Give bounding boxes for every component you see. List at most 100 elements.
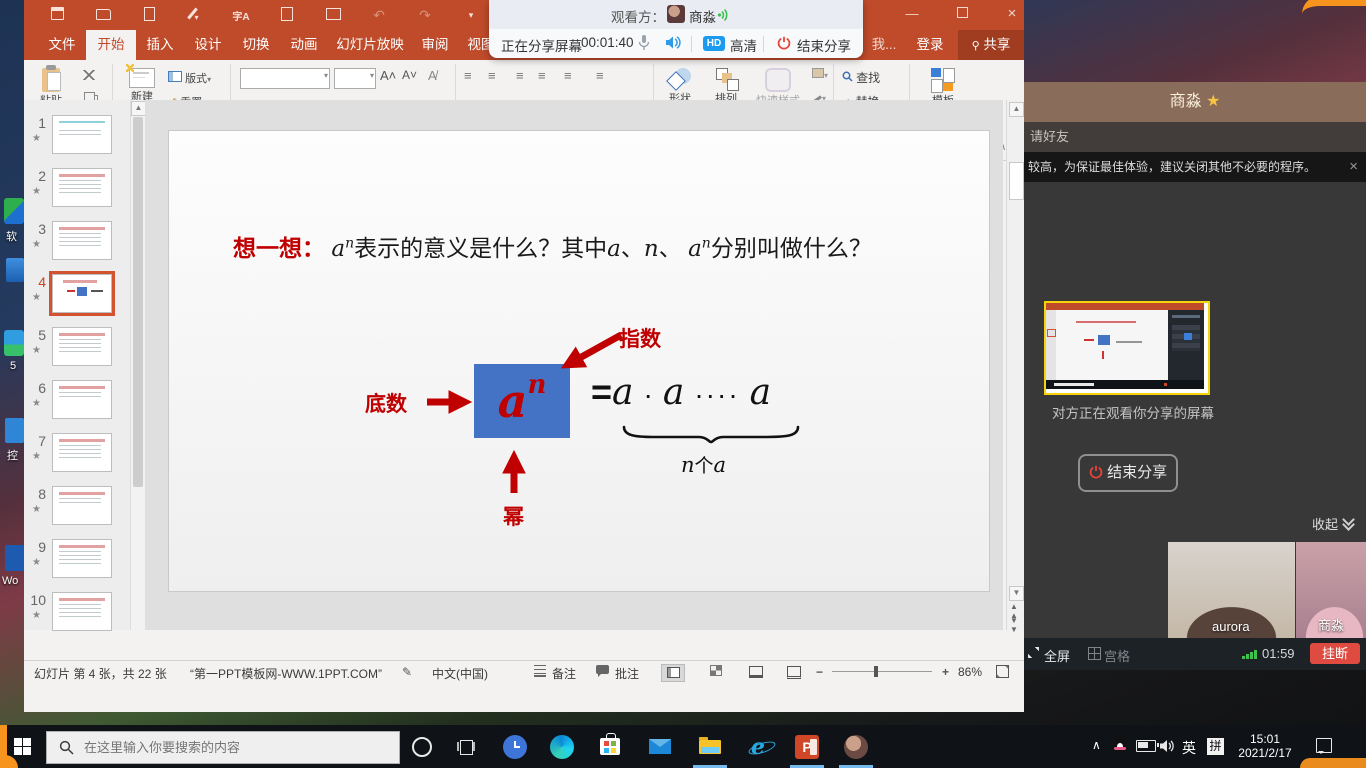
input-language-indicator[interactable]: 英 <box>1182 738 1196 758</box>
zoom-slider[interactable] <box>832 671 932 672</box>
taskbar-search-box[interactable] <box>46 731 400 764</box>
text-direction-button[interactable]: ≡ <box>596 68 604 83</box>
zoom-slider-thumb[interactable] <box>874 666 878 677</box>
slide-thumb-7[interactable] <box>52 433 112 472</box>
tab-slideshow[interactable]: 幻灯片放映 <box>328 30 412 60</box>
slide-thumb-4-selected[interactable] <box>52 274 112 313</box>
decrease-indent-button[interactable]: ≡ <box>516 68 524 83</box>
mail-button[interactable] <box>640 725 680 768</box>
volume-tray-icon[interactable] <box>1160 739 1176 753</box>
invite-friends-item[interactable]: 请好友 <box>1024 122 1366 152</box>
print-preview-icon[interactable] <box>264 7 310 24</box>
editor-scrollbar[interactable]: ▲ ▼ ▲▲ ▼▼ <box>1006 100 1025 630</box>
open-folder-icon[interactable] <box>80 7 126 23</box>
tab-home[interactable]: 开始 <box>86 30 136 60</box>
action-center-button[interactable] <box>1316 738 1332 753</box>
shape-fill-button[interactable]: ▾ <box>812 68 828 81</box>
undo-icon[interactable]: ↶ <box>356 7 402 24</box>
end-share-button[interactable]: 结束分享 <box>797 35 851 55</box>
clock-app-button[interactable] <box>495 725 535 768</box>
zoom-out-button[interactable]: − <box>816 665 823 679</box>
desktop-icon-shield[interactable] <box>4 198 24 224</box>
start-button[interactable] <box>2 725 42 768</box>
increase-indent-button[interactable]: ≡ <box>538 68 546 83</box>
normal-view-button[interactable] <box>661 664 685 682</box>
tab-file[interactable]: 文件 <box>38 30 86 60</box>
desktop-icon-word[interactable] <box>5 545 24 571</box>
participant-video[interactable]: 商淼 <box>1296 542 1366 638</box>
microphone-icon[interactable] <box>637 34 651 51</box>
find-button[interactable]: 查找 <box>842 69 900 86</box>
hd-quality-button[interactable]: 高清 <box>730 35 757 55</box>
new-document-icon[interactable] <box>126 7 172 24</box>
login-button[interactable]: 登录 <box>908 30 952 60</box>
notes-icon[interactable] <box>534 665 546 677</box>
desktop-icon-control[interactable] <box>5 418 24 443</box>
internet-explorer-button[interactable]: e <box>738 725 778 768</box>
comments-button[interactable]: 批注 <box>615 665 639 682</box>
tab-design[interactable]: 设计 <box>184 30 232 60</box>
cut-button[interactable] <box>76 70 102 83</box>
slide-thumb-3[interactable] <box>52 221 112 260</box>
speaker-icon[interactable] <box>665 35 682 50</box>
search-input[interactable] <box>82 739 366 756</box>
slideshow-icon[interactable] <box>310 7 356 23</box>
meeting-app-button[interactable] <box>836 725 876 768</box>
slideshow-view-button[interactable] <box>783 664 805 680</box>
tab-insert[interactable]: 插入 <box>136 30 184 60</box>
layout-button[interactable]: 版式▾ <box>168 70 230 86</box>
tab-animations[interactable]: 动画 <box>280 30 328 60</box>
spell-check-icon[interactable]: 字A <box>218 8 264 23</box>
edge-button[interactable] <box>542 725 582 768</box>
slide-thumb-2[interactable] <box>52 168 112 207</box>
comments-icon[interactable] <box>596 665 609 674</box>
collapse-videos-button[interactable]: 收起 <box>1312 514 1354 533</box>
hangup-button[interactable]: 挂断 <box>1310 643 1360 664</box>
tell-me-label[interactable]: 我... <box>864 30 904 60</box>
desktop-icon-5[interactable] <box>4 330 24 356</box>
desktop-icon-blue[interactable] <box>6 258 24 282</box>
fit-to-window-button[interactable] <box>996 665 1009 678</box>
qat-dropdown-icon[interactable]: ▾ <box>448 10 494 21</box>
notice-close-icon[interactable]: × <box>1349 152 1358 182</box>
task-view-button[interactable] <box>446 725 486 768</box>
slide-thumb-9[interactable] <box>52 539 112 578</box>
tab-review[interactable]: 审阅 <box>412 30 458 60</box>
tray-show-hidden-icons[interactable]: ∧ <box>1092 738 1101 752</box>
pen-input-icon[interactable]: ▾ <box>172 7 218 23</box>
reading-view-button[interactable] <box>745 664 767 680</box>
slide-thumb-1[interactable] <box>52 115 112 154</box>
slide-thumb-8[interactable] <box>52 486 112 525</box>
font-name-combo[interactable]: ▾ <box>240 68 330 89</box>
clear-format-button[interactable]: A̸ <box>428 68 437 83</box>
zoom-in-button[interactable]: + <box>942 665 949 679</box>
slide-thumb-5[interactable] <box>52 327 112 366</box>
clock-tray[interactable]: 15:01 2021/2/17 <box>1232 732 1298 760</box>
ime-mode-indicator[interactable]: 拼 <box>1207 738 1224 755</box>
file-explorer-button[interactable] <box>690 725 730 768</box>
line-spacing-button[interactable]: ≡ <box>564 68 572 83</box>
powerpoint-button[interactable]: P <box>787 725 827 768</box>
proofing-icon[interactable]: ✎ <box>402 665 412 679</box>
minimize-button[interactable]: — <box>895 0 929 28</box>
cortana-button[interactable] <box>402 725 442 768</box>
bullets-button[interactable]: ≡ <box>464 68 472 83</box>
slide-sorter-view-button[interactable] <box>705 664 727 680</box>
grow-font-button[interactable]: A˄ <box>380 68 396 83</box>
slide-thumb-10[interactable] <box>52 592 112 631</box>
maximize-button[interactable] <box>945 0 979 28</box>
slide-thumb-6[interactable] <box>52 380 112 419</box>
font-size-combo[interactable]: ▾ <box>334 68 376 89</box>
grid-view-button[interactable]: 宫格 <box>1104 646 1130 665</box>
next-slide-button[interactable]: ▼▼ <box>1010 616 1018 634</box>
share-button[interactable]: ⚲ 共享 <box>958 30 1024 60</box>
participant-video[interactable]: aurora <box>1168 542 1295 638</box>
end-share-sidebar-button[interactable]: 结束分享 <box>1078 454 1178 492</box>
numbering-button[interactable]: ≡ <box>488 68 496 83</box>
notes-button[interactable]: 备注 <box>552 665 576 682</box>
slide-canvas[interactable]: 想一想： an表示的意义是什么？其中a、n、 an分别叫做什么？ an 底数 指… <box>168 130 990 592</box>
zoom-percent[interactable]: 86% <box>958 665 982 679</box>
language-status[interactable]: 中文(中国) <box>432 665 488 682</box>
tab-transitions[interactable]: 切换 <box>232 30 280 60</box>
shrink-font-button[interactable]: A˅ <box>402 68 417 82</box>
